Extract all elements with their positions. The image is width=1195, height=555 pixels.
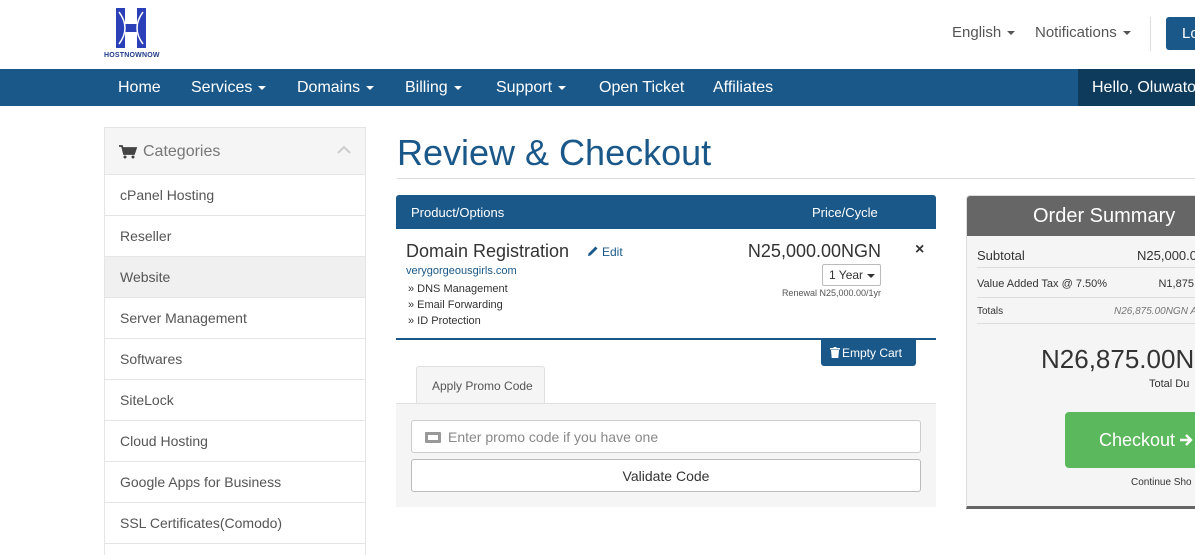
chevron-down-icon [1007, 31, 1016, 36]
category-item-active[interactable]: Website [105, 257, 365, 298]
nav-open-ticket[interactable]: Open Ticket [599, 79, 684, 97]
edit-link[interactable]: Edit [587, 245, 623, 259]
order-summary-panel: Order Summary Subtotal N25,000.0 Value A… [966, 195, 1195, 509]
vat-value: N1,875. [1158, 278, 1195, 290]
top-header: HOSTNOWNOW English Notifications Lo [0, 0, 1195, 69]
product-name: Domain Registration [406, 241, 570, 261]
billing-cycle-select[interactable]: 1 Year [822, 264, 881, 286]
category-item[interactable]: SSL Certificates(Comodo) [105, 503, 365, 544]
site-logo[interactable]: HOSTNOWNOW [104, 8, 160, 62]
main-navigation: Home Services Domains Billing Support Op… [0, 69, 1195, 106]
total-due-amount: N26,875.00N [1041, 344, 1195, 374]
page-title: Review & Checkout [397, 132, 712, 173]
categories-header[interactable]: Categories [105, 128, 365, 175]
category-item[interactable]: Softwares [105, 339, 365, 380]
continue-shopping-link[interactable]: Continue Sho [1131, 477, 1192, 488]
chevron-down-icon [453, 85, 462, 90]
nav-billing[interactable]: Billing [405, 79, 462, 97]
categories-title: Categories [143, 143, 221, 160]
subtotal-label: Subtotal [977, 248, 1025, 263]
billing-cycle-value: 1 Year [829, 268, 864, 282]
addon-item: » Email Forwarding [408, 299, 503, 311]
category-list: cPanel Hosting Reseller Website Server M… [105, 175, 365, 544]
chevron-down-icon [867, 273, 876, 278]
promo-code-field[interactable] [411, 420, 921, 453]
cart-item-row: Domain Registration Edit verygorgeousgir… [396, 229, 936, 340]
subtotal-value: N25,000.0 [1137, 248, 1195, 263]
arrow-right-icon [1180, 434, 1193, 446]
category-item[interactable]: Google Apps for Business [105, 462, 365, 503]
category-item[interactable]: cPanel Hosting [105, 175, 365, 216]
trash-icon [830, 347, 840, 358]
cart-table-header: Product/Options Price/Cycle [396, 195, 936, 229]
order-summary-title: Order Summary [1033, 205, 1176, 227]
order-summary-header: Order Summary [967, 196, 1195, 236]
chevron-down-icon [558, 85, 567, 90]
nav-home[interactable]: Home [118, 79, 161, 97]
totals-label: Totals [977, 306, 1004, 317]
empty-cart-label: Empty Cart [842, 346, 903, 360]
divider [1150, 17, 1151, 51]
column-header-price: Price/Cycle [812, 205, 878, 220]
edit-label: Edit [602, 245, 623, 259]
category-item[interactable]: SiteLock [105, 380, 365, 421]
logo-text: HOSTNOWNOW [104, 52, 160, 59]
notifications-label: Notifications [1035, 24, 1117, 41]
user-menu[interactable]: Hello, Oluwato [1078, 69, 1195, 106]
product-addons: » DNS Management » Email Forwarding » ID… [408, 281, 508, 329]
nav-label: Open Ticket [599, 79, 685, 96]
vat-row: Value Added Tax @ 7.50% N1,875. [977, 270, 1195, 298]
category-item[interactable]: Cloud Hosting [105, 421, 365, 462]
nav-label: Support [496, 79, 553, 96]
logo-icon [116, 8, 146, 48]
renewal-price: Renewal N25,000.00/1yr [781, 288, 881, 298]
category-item[interactable]: Server Management [105, 298, 365, 339]
product-price: N25,000.00NGN [747, 241, 881, 261]
total-due-label: Total Du [1149, 378, 1190, 390]
nav-services[interactable]: Services [191, 79, 267, 97]
remove-item-button[interactable]: × [915, 241, 924, 259]
nav-affiliates[interactable]: Affiliates [713, 79, 773, 97]
nav-label: Services [191, 79, 253, 96]
totals-value: N26,875.00NGN A [1113, 306, 1195, 317]
user-greeting: Hello, Oluwato [1092, 79, 1195, 96]
column-header-product: Product/Options [411, 205, 505, 220]
notifications-dropdown[interactable]: Notifications [1035, 24, 1131, 41]
addon-item: » ID Protection [408, 315, 481, 327]
nav-label: Affiliates [713, 79, 774, 96]
categories-sidebar: Categories cPanel Hosting Reseller Websi… [104, 127, 366, 555]
category-item[interactable]: Reseller [105, 216, 365, 257]
divider [397, 178, 1195, 179]
shopping-cart-icon [119, 145, 137, 159]
addon-item: » DNS Management [408, 283, 508, 295]
language-dropdown[interactable]: English [952, 24, 1016, 41]
promo-panel: Validate Code [396, 403, 936, 507]
validate-code-button[interactable]: Validate Code [411, 459, 921, 492]
chevron-down-icon [366, 85, 375, 90]
empty-cart-button[interactable]: Empty Cart [821, 340, 916, 366]
nav-support[interactable]: Support [496, 79, 567, 97]
vat-label: Value Added Tax @ 7.50% [977, 278, 1108, 290]
checkout-button[interactable]: Checkout [1065, 412, 1195, 468]
product-domain: verygorgeousgirls.com [406, 265, 517, 277]
promo-code-input[interactable] [448, 422, 908, 451]
login-button[interactable]: Lo [1166, 17, 1195, 50]
nav-label: Domains [297, 79, 361, 96]
chevron-down-icon [1122, 31, 1131, 36]
nav-label: Billing [405, 79, 448, 96]
subtotal-row: Subtotal N25,000.0 [977, 242, 1195, 268]
nav-label: Home [118, 79, 161, 96]
totals-row: Totals N26,875.00NGN A [977, 300, 1195, 324]
pencil-icon [588, 246, 598, 256]
chevron-down-icon [258, 85, 267, 90]
ticket-icon [425, 432, 441, 443]
checkout-label: Checkout [1099, 430, 1176, 450]
language-label: English [952, 24, 1002, 41]
nav-domains[interactable]: Domains [297, 79, 375, 97]
chevron-up-icon[interactable] [337, 145, 351, 154]
tab-apply-promo-code[interactable]: Apply Promo Code [416, 366, 545, 404]
